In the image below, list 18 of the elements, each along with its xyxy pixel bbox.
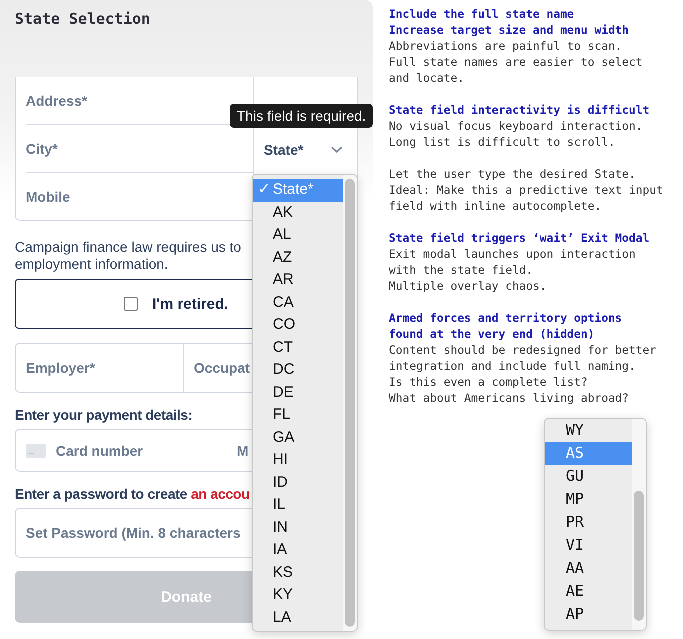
expiry-placeholder: M	[237, 442, 249, 458]
note-text: Let the user type the desired State. Ideal: Make this a predictive text input field with inline autocomplete.	[389, 166, 664, 214]
note-heading: Armed forces and territory options found at the very end (hidden)	[389, 310, 624, 342]
section-label: Enter your payment details:	[15, 407, 193, 423]
note-text: Exit modal launches upon interaction with the state field. Multiple overlay chaos.	[389, 246, 637, 294]
note-heading: State field interactivity is difficult	[389, 102, 651, 118]
note-text: No visual focus keyboard interaction. Long list is difficult to scroll.	[389, 118, 644, 150]
note-text: Content should be redesigned for better integration and include full naming. Is this even a complete list? What about Americans living abroad?	[389, 342, 658, 406]
notice-text: Campaign finance law requires us to	[15, 239, 242, 256]
note-heading: Include the full state name Increase target size and menu width	[389, 6, 630, 38]
error-tooltip: This field is required.	[230, 104, 374, 128]
password-prompt: Enter a password to create an accou	[15, 486, 250, 502]
note-heading: State field triggers ‘wait’ Exit Modal	[389, 230, 651, 246]
page-title: State Selection	[15, 9, 152, 30]
notice-text: employment information.	[15, 256, 168, 273]
card-number-placeholder: Card number	[56, 442, 144, 458]
note-text: Abbreviations are painful to scan. Full state names are easier to select and locate.	[389, 38, 644, 86]
retired-label: I'm retired.	[152, 296, 229, 312]
